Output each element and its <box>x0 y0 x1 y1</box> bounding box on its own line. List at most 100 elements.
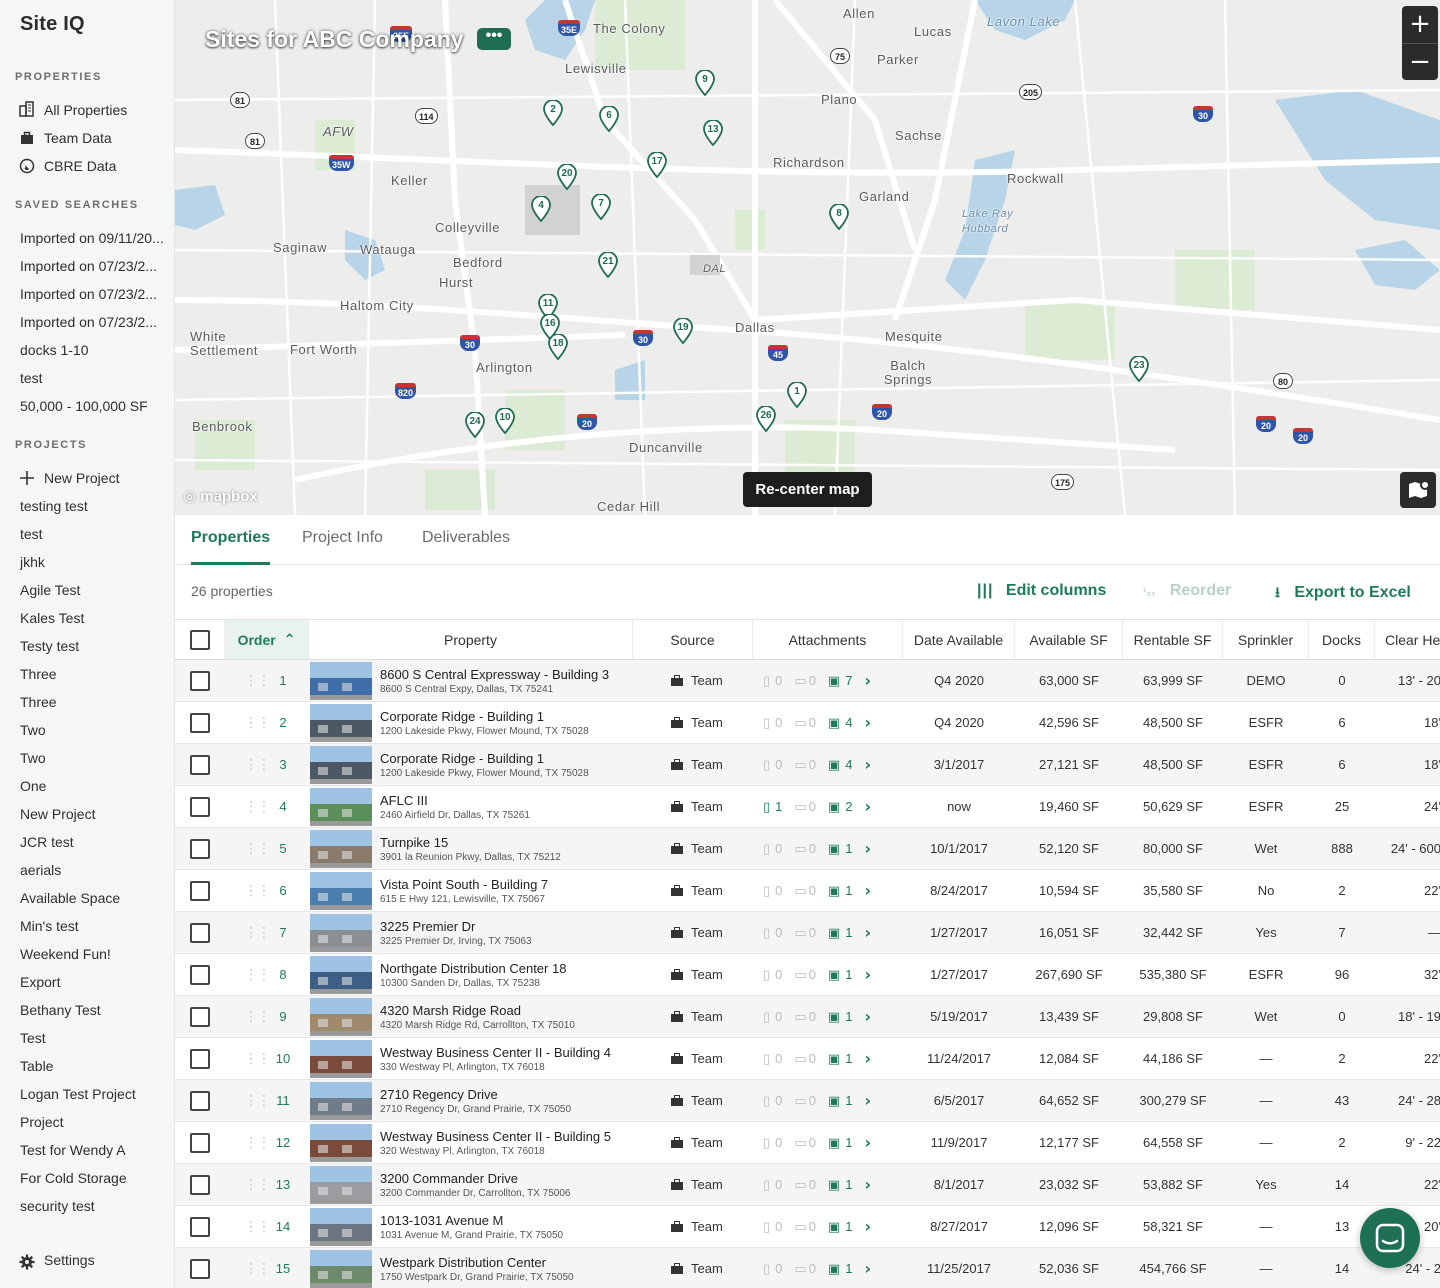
map-pin[interactable]: 17 <box>647 152 667 178</box>
map-pin[interactable]: 19 <box>673 318 693 344</box>
project-item[interactable]: aerials <box>20 860 174 880</box>
drag-handle-icon[interactable]: ⋮⋮ <box>244 912 271 953</box>
property-name[interactable]: Corporate Ridge - Building 1 <box>380 709 544 724</box>
property-thumbnail[interactable] <box>310 662 372 700</box>
column-header-date-available[interactable]: Date Available <box>903 620 1015 659</box>
project-item[interactable]: Logan Test Project <box>20 1084 174 1104</box>
drag-handle-icon[interactable]: ⋮⋮ <box>244 954 271 995</box>
table-row[interactable]: ⋮⋮ 7 3225 Premier Dr 3225 Premier Dr, Irvin… <box>175 912 1440 954</box>
tab-project-info[interactable]: Project Info <box>302 529 383 565</box>
map-pin[interactable]: 18 <box>548 334 568 360</box>
project-item[interactable]: Kales Test <box>20 608 174 628</box>
chevron-right-icon[interactable]: › <box>864 1133 871 1152</box>
chevron-right-icon[interactable]: › <box>864 881 871 900</box>
map-pin[interactable]: 21 <box>598 252 618 278</box>
project-item[interactable]: New Project <box>20 804 174 824</box>
map-pin[interactable]: 8 <box>829 204 849 230</box>
column-header-clear-height[interactable]: Clear He <box>1375 620 1440 659</box>
saved-search-item[interactable]: Imported on 09/11/20... <box>20 228 174 248</box>
drag-handle-icon[interactable]: ⋮⋮ <box>244 1164 271 1205</box>
saved-search-item[interactable]: Imported on 07/23/2... <box>20 256 174 276</box>
property-thumbnail[interactable] <box>310 914 372 952</box>
project-item[interactable]: Three <box>20 692 174 712</box>
property-name[interactable]: Westway Business Center II - Building 4 <box>380 1045 611 1060</box>
edit-columns-button[interactable]: ||| Edit columns <box>977 582 1106 600</box>
column-header-source[interactable]: Source <box>633 620 753 659</box>
chevron-right-icon[interactable]: › <box>864 1175 871 1194</box>
map-pin[interactable]: 20 <box>557 164 577 190</box>
row-checkbox[interactable] <box>190 1258 210 1279</box>
column-header-property[interactable]: Property <box>309 620 633 659</box>
row-checkbox[interactable] <box>190 1216 210 1237</box>
map-pin[interactable]: 6 <box>599 106 619 132</box>
drag-handle-icon[interactable]: ⋮⋮ <box>244 1080 271 1121</box>
zoom-out-button[interactable]: − <box>1402 43 1438 80</box>
row-checkbox[interactable] <box>190 922 210 943</box>
map-more-button[interactable]: ••• <box>477 28 511 50</box>
map-pin[interactable]: 4 <box>531 196 551 222</box>
project-item[interactable]: testing test <box>20 496 174 516</box>
chevron-right-icon[interactable]: › <box>864 923 871 942</box>
property-thumbnail[interactable] <box>310 998 372 1036</box>
property-thumbnail[interactable] <box>310 1124 372 1162</box>
drag-handle-icon[interactable]: ⋮⋮ <box>244 870 271 911</box>
map-pin[interactable]: 26 <box>756 406 776 432</box>
property-name[interactable]: 2710 Regency Drive <box>380 1087 498 1102</box>
column-header-docks[interactable]: Docks <box>1309 620 1375 659</box>
row-checkbox[interactable] <box>190 1132 210 1153</box>
row-checkbox[interactable] <box>190 964 210 985</box>
table-row[interactable]: ⋮⋮ 12 Westway Business Center II - Buildin… <box>175 1122 1440 1164</box>
project-item[interactable]: Bethany Test <box>20 1000 174 1020</box>
property-thumbnail[interactable] <box>310 746 372 784</box>
chevron-right-icon[interactable]: › <box>864 671 871 690</box>
table-row[interactable]: ⋮⋮ 5 Turnpike 15 3901 la Reunion Pkwy, Dall… <box>175 828 1440 870</box>
map-layers-button[interactable] <box>1400 472 1436 508</box>
property-thumbnail[interactable] <box>310 956 372 994</box>
saved-search-item[interactable]: Imported on 07/23/2... <box>20 312 174 332</box>
map-pin[interactable]: 7 <box>591 194 611 220</box>
project-item[interactable]: Min's test <box>20 916 174 936</box>
map-pin[interactable]: 10 <box>495 408 515 434</box>
saved-search-item[interactable]: 50,000 - 100,000 SF <box>20 396 174 416</box>
project-item[interactable]: Three <box>20 664 174 684</box>
drag-handle-icon[interactable]: ⋮⋮ <box>244 1038 271 1079</box>
table-row[interactable]: ⋮⋮ 1 8600 S Central Expressway - Building … <box>175 660 1440 702</box>
chevron-right-icon[interactable]: › <box>864 965 871 984</box>
table-row[interactable]: ⋮⋮ 14 1013-1031 Avenue M 1031 Avenue M, Gra… <box>175 1206 1440 1248</box>
property-name[interactable]: AFLC III <box>380 793 428 808</box>
project-item[interactable]: Agile Test <box>20 580 174 600</box>
zoom-in-button[interactable]: + <box>1402 6 1438 43</box>
saved-search-item[interactable]: Imported on 07/23/2... <box>20 284 174 304</box>
project-item[interactable]: For Cold Storage <box>20 1168 174 1188</box>
project-item[interactable]: Weekend Fun! <box>20 944 174 964</box>
export-excel-button[interactable]: ⭳ Export to Excel <box>1275 582 1411 606</box>
table-row[interactable]: ⋮⋮ 8 Northgate Distribution Center 18 10300… <box>175 954 1440 996</box>
property-name[interactable]: 3225 Premier Dr <box>380 919 475 934</box>
project-item[interactable]: test <box>20 524 174 544</box>
project-item[interactable]: security test <box>20 1196 174 1216</box>
property-thumbnail[interactable] <box>310 704 372 742</box>
drag-handle-icon[interactable]: ⋮⋮ <box>244 702 271 743</box>
row-checkbox[interactable] <box>190 796 210 817</box>
saved-search-item[interactable]: docks 1-10 <box>20 340 174 360</box>
property-thumbnail[interactable] <box>310 1166 372 1204</box>
table-row[interactable]: ⋮⋮ 4 AFLC III 2460 Airfield Dr, Dallas, TX … <box>175 786 1440 828</box>
reorder-button[interactable]: ¹₂₃ Reorder <box>1143 582 1231 600</box>
project-item[interactable]: Test <box>20 1028 174 1048</box>
column-header-sprinkler[interactable]: Sprinkler <box>1223 620 1309 659</box>
row-checkbox[interactable] <box>190 754 210 775</box>
property-name[interactable]: Westpark Distribution Center <box>380 1255 546 1270</box>
property-thumbnail[interactable] <box>310 1082 372 1120</box>
property-thumbnail[interactable] <box>310 1208 372 1246</box>
map-pin[interactable]: 1 <box>787 382 807 408</box>
property-name[interactable]: Vista Point South - Building 7 <box>380 877 548 892</box>
map-pin[interactable]: 24 <box>465 412 485 438</box>
column-header-rentable-sf[interactable]: Rentable SF <box>1123 620 1223 659</box>
project-item[interactable]: JCR test <box>20 832 174 852</box>
property-thumbnail[interactable] <box>310 872 372 910</box>
table-row[interactable]: ⋮⋮ 10 Westway Business Center II - Buildin… <box>175 1038 1440 1080</box>
sidebar-item-cbre-data[interactable]: CBRE Data <box>44 156 174 176</box>
property-name[interactable]: Corporate Ridge - Building 1 <box>380 751 544 766</box>
row-checkbox[interactable] <box>190 838 210 859</box>
row-checkbox[interactable] <box>190 1006 210 1027</box>
